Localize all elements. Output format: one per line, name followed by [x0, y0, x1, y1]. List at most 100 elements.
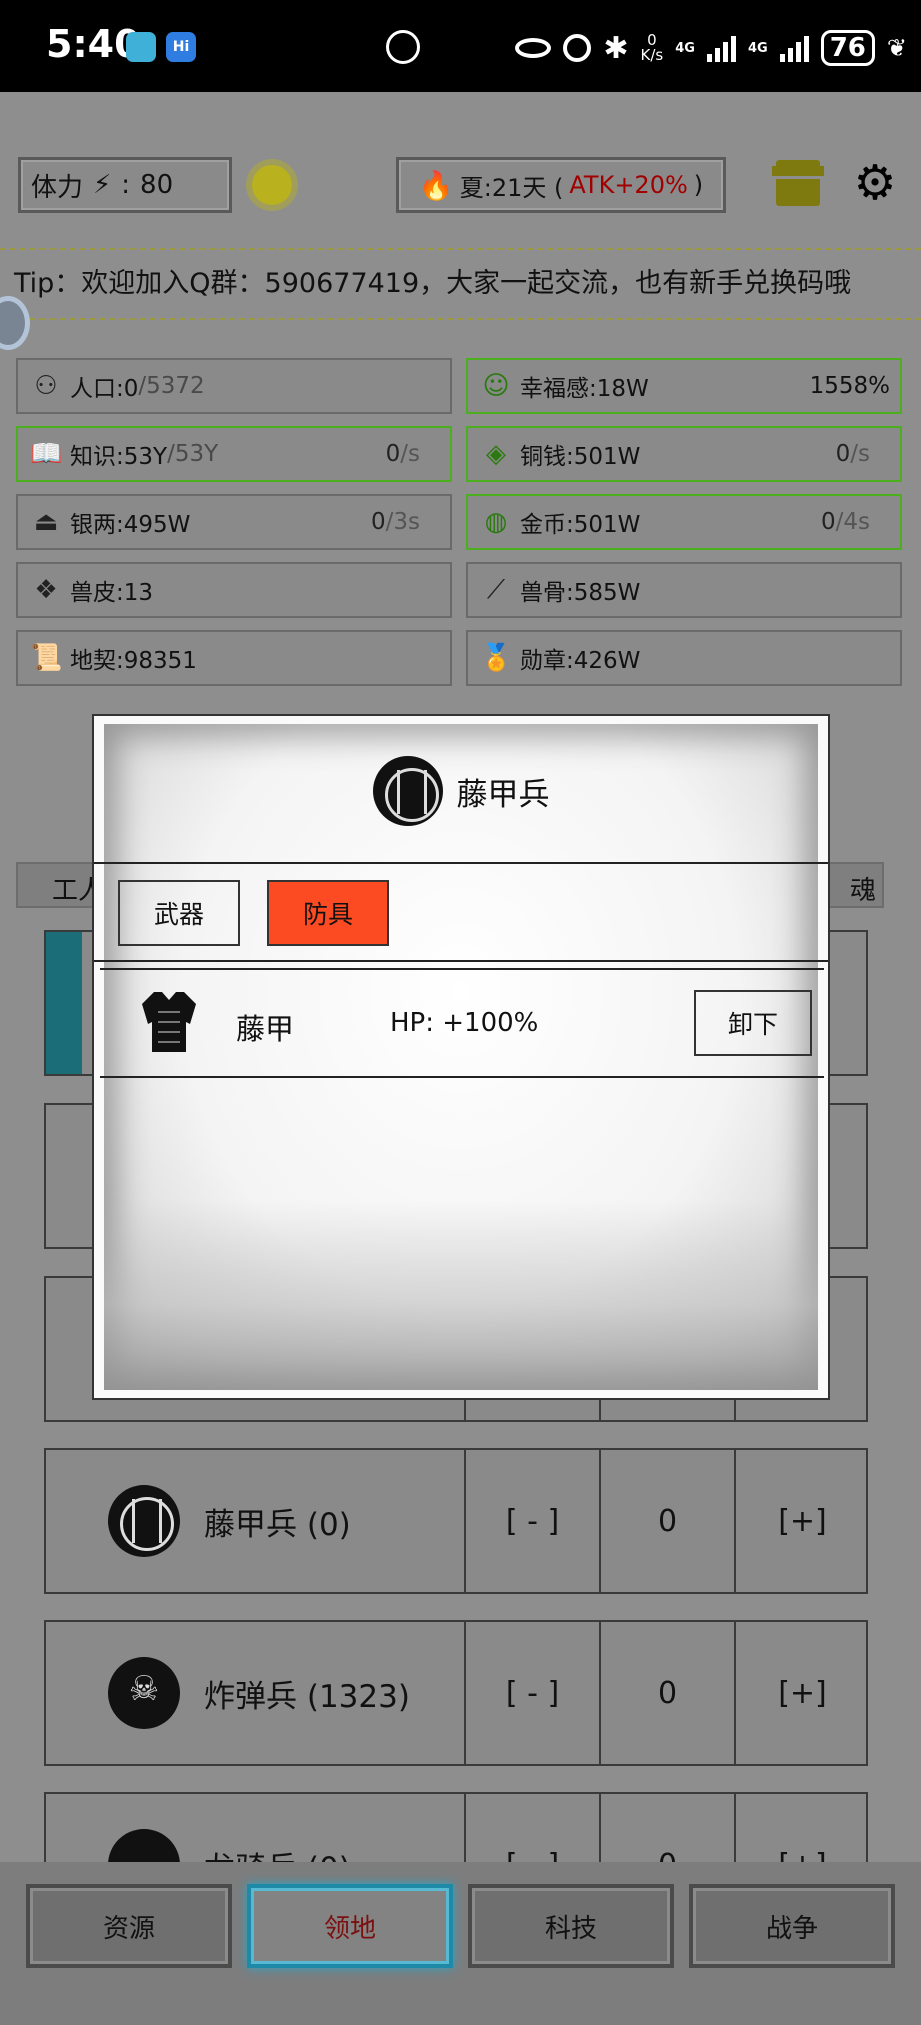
- gold-value: 金币:501W: [520, 512, 641, 538]
- decrease-button[interactable]: [ - ]: [464, 1450, 599, 1592]
- equipment-stat: HP: +100%: [390, 1008, 539, 1038]
- resource-bone: ⟋ 兽骨:585W: [466, 562, 902, 618]
- dialog-title: 藤甲兵: [94, 756, 828, 826]
- gold-rate: 0/4s: [821, 509, 870, 535]
- bomb-icon: [108, 1657, 180, 1729]
- population-max: /5372: [138, 373, 205, 399]
- gold-rate-value: 0: [820, 509, 836, 535]
- resource-copper: ◈ 铜钱:501W 0/s: [466, 426, 902, 482]
- unit-count: 0: [599, 1622, 734, 1764]
- silver-rate: 0/3s: [371, 509, 420, 535]
- copper-rate-value: 0: [835, 441, 851, 467]
- eye-icon: [515, 38, 552, 58]
- status-icons: ✱ 0 K/s 4G 4G 76 ❦: [515, 28, 907, 68]
- signal-icon-2: [779, 34, 809, 62]
- stamina-separator: :: [121, 170, 131, 200]
- resource-hide: ❖ 兽皮:13: [16, 562, 452, 618]
- fire-icon: 🔥: [418, 168, 454, 202]
- hide-icon: ❖: [34, 575, 58, 605]
- knowledge-rate-unit: /s: [400, 441, 420, 467]
- decrease-button[interactable]: [ - ]: [464, 1622, 599, 1764]
- gear-icon[interactable]: ⚙: [852, 159, 898, 207]
- increase-button[interactable]: [+]: [734, 1450, 869, 1592]
- data-saver-icon: [386, 30, 420, 64]
- equipment-item-row: 藤甲 HP: +100% 卸下: [100, 968, 824, 1078]
- smile-icon: ☺: [482, 371, 510, 401]
- hi-app-icon: Hi: [166, 32, 196, 62]
- copper-rate: 0/s: [836, 441, 870, 467]
- armor-icon: [142, 992, 196, 1052]
- dialog-fog: [104, 1200, 818, 1390]
- equipment-name: 藤甲: [236, 1012, 295, 1046]
- season-panel: 🔥 夏:21天 (ATK+20%): [396, 157, 726, 213]
- nav-technology[interactable]: 科技: [468, 1884, 674, 1968]
- shield-icon: [372, 756, 443, 826]
- knowledge-rate-value: 0: [385, 441, 401, 467]
- speed-unit: K/s: [640, 46, 664, 64]
- gift-icon[interactable]: [772, 160, 824, 206]
- selection-indicator: [46, 932, 82, 1074]
- battery-icon: 76: [820, 30, 875, 66]
- app-notification-icon: [126, 32, 156, 62]
- unequip-button[interactable]: 卸下: [694, 990, 812, 1056]
- resource-happiness: ☺ 幸福感:18W 1558%: [466, 358, 902, 414]
- silver-rate-value: 0: [370, 509, 386, 535]
- population-value: 人口:0: [70, 376, 139, 402]
- hide-value: 兽皮:13: [70, 580, 154, 606]
- bluetooth-icon: ✱: [603, 30, 629, 66]
- increase-button[interactable]: [+]: [734, 1622, 869, 1764]
- season-close: ): [693, 171, 704, 199]
- happiness-value: 幸福感:18W: [520, 376, 649, 402]
- book-icon: 📖: [30, 439, 63, 469]
- tab-weapon[interactable]: 武器: [118, 880, 240, 946]
- lightning-icon: ⚡: [93, 170, 112, 200]
- sun-icon: [252, 165, 292, 205]
- stamina-value: 80: [140, 170, 174, 200]
- deed-value: 地契:98351: [70, 648, 197, 674]
- unit-name: 藤甲兵 (0): [204, 1506, 351, 1543]
- season-text: 夏:21天 (: [459, 173, 564, 202]
- tab-soul[interactable]: 魂: [850, 870, 876, 907]
- dialog-title-text: 藤甲兵: [456, 776, 550, 813]
- people-icon: ⚇: [34, 371, 58, 401]
- unit-row: 炸弹兵 (1323) [ - ] 0 [+]: [44, 1620, 868, 1766]
- nav-territory[interactable]: 领地: [247, 1884, 453, 1968]
- scroll-icon: 📜: [30, 643, 63, 673]
- stamina-panel: 体力 ⚡ : 80: [18, 157, 232, 213]
- resource-silver: ⏏ 银两:495W 0/3s: [16, 494, 452, 550]
- unit-row: 藤甲兵 (0) [ - ] 0 [+]: [44, 1448, 868, 1594]
- stamina-label: 体力: [31, 172, 84, 203]
- shield-icon: [108, 1485, 180, 1557]
- ingot-icon: ⏏: [33, 507, 59, 537]
- silver-rate-unit: /3s: [385, 509, 420, 535]
- resource-deed: 📜 地契:98351: [16, 630, 452, 686]
- resource-population: ⚇ 人口:0/5372: [16, 358, 452, 414]
- resource-knowledge: 📖 知识:53Y/53Y 0/s: [16, 426, 452, 482]
- season-bonus: ATK+20%: [569, 171, 688, 199]
- gold-coin-icon: ◍: [484, 507, 508, 537]
- medal-value: 勋章:426W: [520, 648, 641, 674]
- bone-icon: ⟋: [486, 575, 506, 605]
- equipment-dialog: 藤甲兵 武器 防具 藤甲 HP: +100% 卸下: [92, 714, 830, 1400]
- coin-icon: ◈: [486, 439, 506, 469]
- copper-rate-unit: /s: [850, 441, 870, 467]
- happiness-percent: 1558%: [809, 373, 890, 399]
- knowledge-value: 知识:53Y: [70, 444, 168, 470]
- knowledge-max: /53Y: [167, 441, 219, 467]
- divider: [94, 862, 828, 864]
- network-type-2: 4G: [747, 40, 768, 56]
- leaf-icon: ❦: [886, 34, 907, 62]
- divider: [94, 960, 828, 962]
- gold-rate-unit: /4s: [835, 509, 870, 535]
- alarm-icon: [563, 34, 592, 62]
- unit-name-cell: 炸弹兵 (1323): [46, 1622, 464, 1764]
- resource-medal: 🏅 勋章:426W: [466, 630, 902, 686]
- nav-war[interactable]: 战争: [689, 1884, 895, 1968]
- resource-gold: ◍ 金币:501W 0/4s: [466, 494, 902, 550]
- nav-resources[interactable]: 资源: [26, 1884, 232, 1968]
- silver-value: 银两:495W: [70, 512, 191, 538]
- tab-armor[interactable]: 防具: [267, 880, 389, 946]
- network-speed: 0 K/s: [641, 33, 664, 63]
- network-type-1: 4G: [675, 40, 695, 56]
- status-bar: 5:40 Hi ✱ 0 K/s 4G 4G 76 ❦: [0, 0, 921, 92]
